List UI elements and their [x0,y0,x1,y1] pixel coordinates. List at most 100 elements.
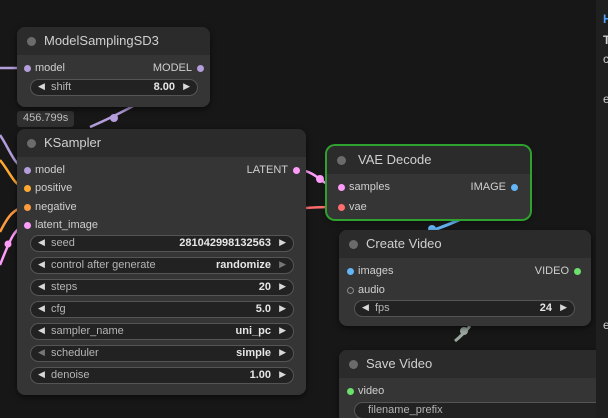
increment-arrow-icon[interactable]: ▶ [279,237,286,248]
input-pin-icon[interactable] [347,268,354,275]
input-pin-icon[interactable] [24,222,31,229]
seed-widget[interactable]: ◀ seed 281042998132563 ▶ [30,235,294,252]
output-slot-video[interactable]: VIDEO [534,265,581,277]
input-slot-latent-image[interactable]: latent_image [24,219,98,231]
input-slot-video[interactable]: video [347,385,384,397]
node-vae-decode[interactable]: VAE Decode samples vae IMAGE [327,146,530,219]
slot-label: model [35,62,65,74]
decrement-arrow-icon[interactable]: ◀ [38,81,45,92]
widget-value: 20 [258,281,271,293]
panel-text-fragment: H [603,12,608,26]
filename-prefix-widget[interactable]: filename_prefix [354,402,608,418]
collapse-dot-icon[interactable] [27,139,36,148]
decrement-arrow-icon[interactable]: ◀ [38,369,45,380]
node-title: ModelSamplingSD3 [44,33,159,48]
input-slot-images[interactable]: images [347,265,394,277]
node-header[interactable]: ModelSamplingSD3 [17,27,210,55]
decrement-arrow-icon[interactable]: ◀ [38,303,45,314]
node-header[interactable]: KSampler [17,129,306,157]
input-slot-audio[interactable]: audio [347,284,385,296]
node-header[interactable]: Save Video [339,350,608,378]
previous-option-arrow-icon[interactable]: ◀ [38,259,45,270]
input-slot-negative[interactable]: negative [24,201,77,213]
slot-label: IMAGE [470,181,506,193]
node-title: VAE Decode [358,152,432,167]
node-canvas[interactable]: 456.799s ModelSamplingSD3 model MODEL ◀ … [0,0,608,418]
input-pin-icon[interactable] [24,185,31,192]
widget-value: 8.00 [153,81,175,93]
input-pin-icon[interactable] [24,204,31,211]
input-slot-model[interactable]: model [24,164,65,176]
slot-label: images [358,265,394,277]
node-title: Save Video [366,356,433,371]
widget-label: steps [51,281,78,293]
widget-value: 5.0 [255,303,271,315]
collapse-dot-icon[interactable] [27,37,36,46]
input-pin-icon[interactable] [347,287,354,294]
decrement-arrow-icon[interactable]: ◀ [362,302,369,313]
collapse-dot-icon[interactable] [337,156,346,165]
scheduler-widget[interactable]: ◀ scheduler simple ▶ [30,345,294,362]
panel-text-fragment: e [603,92,608,106]
input-slot-vae[interactable]: vae [338,201,367,213]
output-slot-latent[interactable]: LATENT [246,164,300,176]
shift-number-widget[interactable]: ◀ shift 8.00 ▶ [30,79,198,96]
node-save-video[interactable]: Save Video video filename_prefix [339,350,608,418]
output-pin-icon[interactable] [511,184,518,191]
input-slot-positive[interactable]: positive [24,182,73,194]
panel-text-fragment: c [603,52,608,66]
node-model-sampling-sd3[interactable]: ModelSamplingSD3 model MODEL ◀ shift 8.0… [17,27,210,107]
decrement-arrow-icon[interactable]: ◀ [38,281,45,292]
output-pin-icon[interactable] [574,268,581,275]
collapse-dot-icon[interactable] [349,360,358,369]
steps-widget[interactable]: ◀ steps 20 ▶ [30,279,294,296]
widget-label: scheduler [51,347,99,359]
widget-value: uni_pc [235,325,271,337]
input-pin-icon[interactable] [24,167,31,174]
slot-label: MODEL [152,62,192,74]
increment-arrow-icon[interactable]: ▶ [560,302,567,313]
next-option-arrow-icon[interactable]: ▶ [279,347,286,358]
cfg-widget[interactable]: ◀ cfg 5.0 ▶ [30,301,294,318]
widget-value: 24 [539,302,552,314]
input-pin-icon[interactable] [338,184,345,191]
widget-label: sampler_name [51,325,124,337]
collapse-dot-icon[interactable] [349,240,358,249]
slot-label: positive [35,182,73,194]
next-option-arrow-icon[interactable]: ▶ [279,259,286,270]
widget-label: denoise [51,369,90,381]
slot-label: LATENT [246,164,288,176]
widget-label: cfg [51,303,66,315]
increment-arrow-icon[interactable]: ▶ [279,369,286,380]
denoise-widget[interactable]: ◀ denoise 1.00 ▶ [30,367,294,384]
increment-arrow-icon[interactable]: ▶ [279,281,286,292]
node-title: KSampler [44,135,102,150]
widget-value: randomize [215,259,271,271]
output-pin-icon[interactable] [293,167,300,174]
node-header[interactable]: VAE Decode [327,146,530,174]
input-slot-model[interactable]: model [24,62,65,74]
input-pin-icon[interactable] [24,65,31,72]
output-pin-icon[interactable] [197,65,204,72]
node-create-video[interactable]: Create Video images audio VIDEO ◀ fps 24… [339,230,591,326]
input-pin-icon[interactable] [338,204,345,211]
widget-label: filename_prefix [368,404,443,416]
node-header[interactable]: Create Video [339,230,591,258]
output-slot-image[interactable]: IMAGE [470,181,518,193]
wire-video-midpoint [460,327,468,335]
input-slot-samples[interactable]: samples [338,181,390,193]
previous-option-arrow-icon[interactable]: ◀ [38,325,45,336]
output-slot-model[interactable]: MODEL [152,62,204,74]
control-after-generate-widget[interactable]: ◀ control after generate randomize ▶ [30,257,294,274]
node-ksampler[interactable]: KSampler model positive negative latent_… [17,129,306,395]
sampler-name-widget[interactable]: ◀ sampler_name uni_pc ▶ [30,323,294,340]
slot-label: VIDEO [534,265,569,277]
previous-option-arrow-icon[interactable]: ◀ [38,347,45,358]
input-pin-icon[interactable] [347,388,354,395]
increment-arrow-icon[interactable]: ▶ [183,81,190,92]
next-option-arrow-icon[interactable]: ▶ [279,325,286,336]
slot-label: vae [349,201,367,213]
decrement-arrow-icon[interactable]: ◀ [38,237,45,248]
fps-number-widget[interactable]: ◀ fps 24 ▶ [354,300,575,317]
increment-arrow-icon[interactable]: ▶ [279,303,286,314]
